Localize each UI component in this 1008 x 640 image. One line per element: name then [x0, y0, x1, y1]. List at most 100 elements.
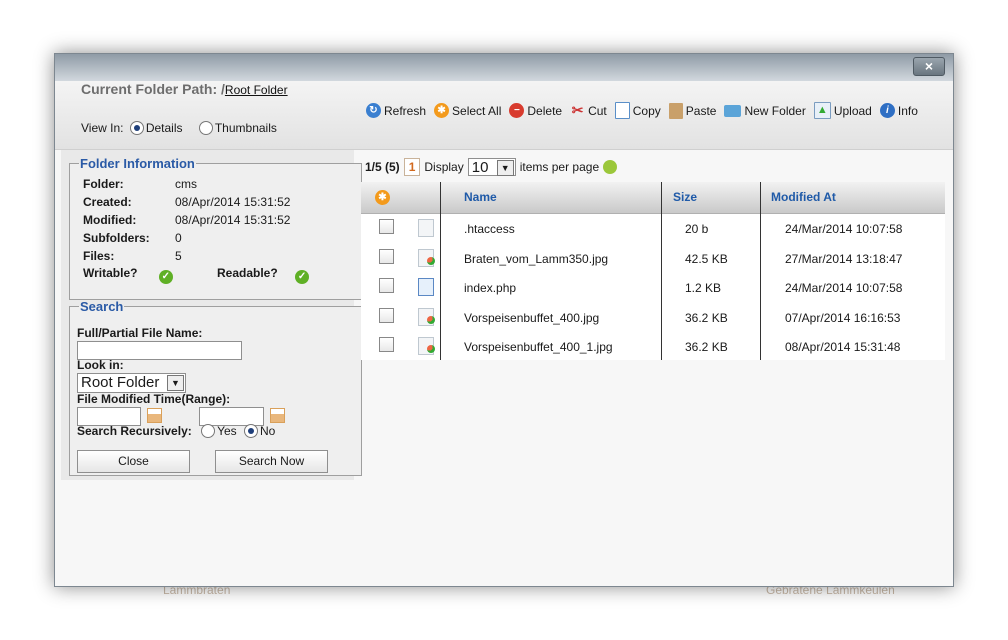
chevron-down-icon[interactable]: ▼ — [496, 160, 514, 176]
page-info: 1/5 (5) — [365, 160, 400, 174]
file-size: 42.5 KB — [685, 251, 728, 266]
file-size: 36.2 KB — [685, 340, 728, 354]
file-modified: 24/Mar/2014 10:07:58 — [785, 222, 903, 236]
paste-icon — [668, 102, 683, 119]
scissors-icon: ✂ — [571, 102, 584, 118]
chevron-down-icon[interactable]: ▼ — [167, 375, 184, 391]
view-in-label: View In: — [81, 121, 124, 135]
calendar-icon[interactable] — [147, 408, 162, 423]
row-checkbox[interactable] — [379, 219, 394, 234]
file-modified: 07/Apr/2014 16:16:53 — [785, 310, 901, 325]
file-size: 1.2 KB — [685, 281, 722, 295]
name-column-header[interactable]: Name — [464, 190, 497, 204]
files-value: 5 — [175, 249, 182, 264]
root-folder-link[interactable]: Root Folder — [225, 83, 288, 97]
check-icon: ✓ — [295, 270, 310, 285]
delete-icon: − — [509, 103, 525, 118]
items-per-page-value: 10 — [471, 159, 489, 176]
copy-icon — [614, 102, 630, 119]
file-name[interactable]: Braten_vom_Lamm350.jpg — [464, 252, 608, 266]
writable-label: Writable? ✓ — [83, 265, 175, 285]
table-row[interactable]: index.php 1.2 KB 24/Mar/2014 10:07:58 — [361, 272, 945, 302]
created-value: 08/Apr/2014 15:31:52 — [175, 195, 291, 210]
row-checkbox[interactable] — [379, 278, 394, 293]
search-now-button[interactable]: Search Now — [215, 450, 328, 473]
files-label: Files: — [83, 249, 115, 264]
image-file-icon — [418, 337, 435, 355]
radio-unselected-icon[interactable] — [198, 121, 213, 135]
modified-value: 08/Apr/2014 15:31:52 — [175, 213, 291, 228]
select-all-icon: ✱ — [434, 103, 450, 118]
table-row[interactable]: Braten_vom_Lamm350.jpg 42.5 KB 27/Mar/20… — [361, 243, 945, 273]
modified-range-label: File Modified Time(Range): — [77, 392, 231, 406]
dialog-header: Current Folder Path: /Root Folder View I… — [55, 81, 953, 150]
table-row[interactable]: Vorspeisenbuffet_400.jpg 36.2 KB 07/Apr/… — [361, 302, 945, 332]
items-per-page-select[interactable]: 10 ▼ — [467, 158, 516, 176]
delete-button[interactable]: − Delete — [509, 102, 562, 119]
readable-label: Readable? — [217, 266, 278, 281]
view-thumbnails-radio[interactable]: Thumbnails — [196, 121, 277, 135]
go-icon[interactable] — [603, 160, 618, 174]
paste-button[interactable]: Paste — [668, 102, 716, 119]
folder-info-table: Folder: cms Created: 08/Apr/2014 15:31:52 … — [83, 175, 310, 285]
look-in-label: Look in: — [77, 358, 124, 372]
php-file-icon — [418, 278, 434, 296]
refresh-icon: ↻ — [366, 103, 381, 118]
view-in-selector: View In: Details Thumbnails — [81, 121, 287, 135]
modified-column-header[interactable]: Modified At — [771, 190, 836, 204]
image-file-icon — [418, 307, 435, 326]
current-folder-path: Current Folder Path: /Root Folder — [81, 81, 288, 97]
recursive-label: Search Recursively: Yes No — [77, 424, 276, 438]
select-all-button[interactable]: ✱ Select All — [434, 102, 501, 119]
search-panel: Search Full/Partial File Name: Look in: … — [69, 299, 362, 476]
refresh-button[interactable]: ↻ Refresh — [366, 102, 426, 119]
info-icon: i — [879, 103, 895, 118]
size-column-header[interactable]: Size — [673, 190, 697, 204]
close-button[interactable]: Close — [77, 450, 190, 473]
modified-label: Modified: — [83, 213, 137, 228]
file-size: 20 b — [685, 222, 709, 236]
select-all-icon[interactable]: ✱ — [375, 190, 390, 205]
close-dialog-button[interactable]: × — [913, 57, 945, 76]
calendar-icon[interactable] — [270, 408, 285, 423]
folder-value: cms — [175, 177, 197, 192]
file-name[interactable]: .htaccess — [464, 222, 515, 236]
radio-selected-icon[interactable] — [129, 121, 144, 135]
row-checkbox[interactable] — [379, 307, 394, 323]
recursive-no-radio[interactable] — [244, 424, 258, 438]
dialog-titlebar[interactable]: × — [55, 54, 953, 81]
row-checkbox[interactable] — [379, 248, 394, 264]
table-row[interactable]: .htaccess 20 b 24/Mar/2014 10:07:58 — [361, 213, 945, 243]
pagination-bar: 1/5 (5) 1 Display 10 ▼ items per page — [365, 158, 618, 176]
file-name[interactable]: Vorspeisenbuffet_400.jpg — [464, 311, 599, 325]
cut-button[interactable]: ✂ Cut — [570, 102, 607, 119]
file-manager-dialog: × Current Folder Path: /Root Folder View… — [54, 53, 954, 587]
readable-cell: Readable? ✓ — [175, 265, 310, 285]
items-per-page-label: items per page — [519, 160, 600, 174]
file-name[interactable]: Vorspeisenbuffet_400_1.jpg — [464, 340, 613, 354]
look-in-select[interactable]: Root Folder ▼ — [77, 373, 186, 393]
check-icon: ✓ — [158, 270, 173, 285]
file-size: 36.2 KB — [685, 310, 728, 325]
file-modified: 24/Mar/2014 10:07:58 — [785, 281, 903, 295]
display-label: Display — [424, 160, 464, 174]
recursive-yes-radio[interactable] — [201, 424, 216, 438]
new-folder-button[interactable]: New Folder — [724, 102, 806, 119]
view-details-radio[interactable]: Details — [127, 121, 183, 135]
created-label: Created: — [83, 195, 132, 210]
search-title: Search — [80, 299, 124, 314]
upload-button[interactable]: ▲ Upload — [813, 102, 872, 119]
row-checkbox[interactable] — [379, 337, 394, 352]
file-name[interactable]: index.php — [464, 281, 516, 295]
path-label: Current Folder Path: / — [81, 81, 225, 97]
info-button[interactable]: i Info — [879, 102, 918, 119]
folder-label: Folder: — [83, 177, 124, 192]
page-1-button[interactable]: 1 — [403, 158, 421, 176]
copy-button[interactable]: Copy — [614, 102, 661, 119]
file-modified: 27/Mar/2014 13:18:47 — [785, 251, 903, 266]
file-icon — [418, 219, 434, 237]
toolbar: ↻ Refresh ✱ Select All − Delete ✂ Cut Copy P… — [366, 102, 918, 119]
folder-information-panel: Folder Information Folder: cms Created: 08… — [69, 156, 362, 300]
table-row[interactable]: Vorspeisenbuffet_400_1.jpg 36.2 KB 08/Ap… — [361, 331, 945, 361]
look-in-value: Root Folder — [81, 374, 160, 391]
